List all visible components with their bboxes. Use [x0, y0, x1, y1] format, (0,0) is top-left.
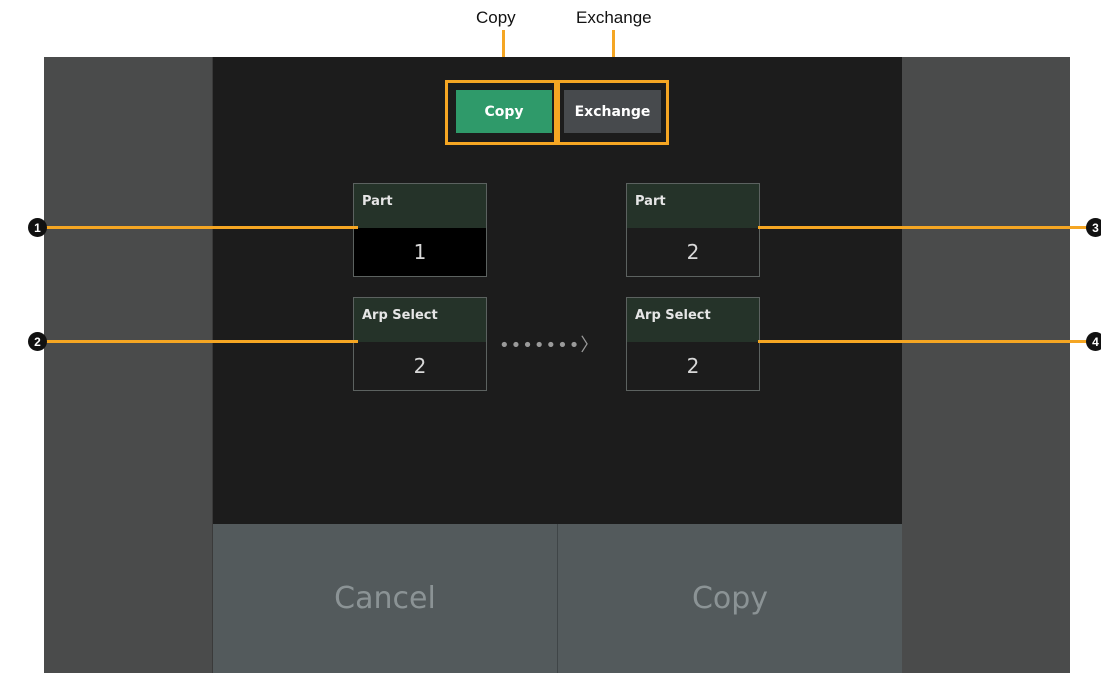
marker-3-leader [758, 226, 1088, 229]
copy-mode-button[interactable]: Copy [456, 90, 552, 133]
source-part-label: Part [354, 184, 486, 228]
callout-exchange-label: Exchange [576, 8, 652, 27]
source-part-value: 1 [354, 228, 486, 276]
marker-4: 4 [1086, 332, 1101, 351]
cancel-button[interactable]: Cancel [213, 524, 558, 673]
exchange-mode-button[interactable]: Exchange [564, 90, 661, 133]
source-part-field[interactable]: Part 1 [353, 183, 487, 277]
device-screen: Copy Exchange Part 1 Arp Select 2 ••••••… [44, 57, 1070, 673]
dest-part-label: Part [627, 184, 759, 228]
marker-2: 2 [28, 332, 47, 351]
dest-arp-select-value: 2 [686, 354, 700, 378]
dest-part-field[interactable]: Part 2 [626, 183, 760, 277]
callout-copy-label: Copy [476, 8, 516, 27]
source-arp-select-value: 2 [413, 354, 427, 378]
marker-3: 3 [1086, 218, 1101, 237]
dest-part-value: 2 [686, 240, 700, 264]
marker-1: 1 [28, 218, 47, 237]
source-arp-select-label: Arp Select [354, 298, 486, 342]
marker-2-leader [40, 340, 358, 343]
copy-direction-arrow: •••••••〉 [499, 335, 600, 356]
left-side-panel [44, 57, 213, 673]
right-side-panel [901, 57, 1070, 673]
source-arp-select-field[interactable]: Arp Select 2 [353, 297, 487, 391]
main-panel: Copy Exchange Part 1 Arp Select 2 ••••••… [213, 57, 902, 524]
dest-arp-select-field[interactable]: Arp Select 2 [626, 297, 760, 391]
copy-button[interactable]: Copy [558, 524, 902, 673]
marker-1-leader [40, 226, 358, 229]
marker-4-leader [758, 340, 1088, 343]
dest-arp-select-label: Arp Select [627, 298, 759, 342]
